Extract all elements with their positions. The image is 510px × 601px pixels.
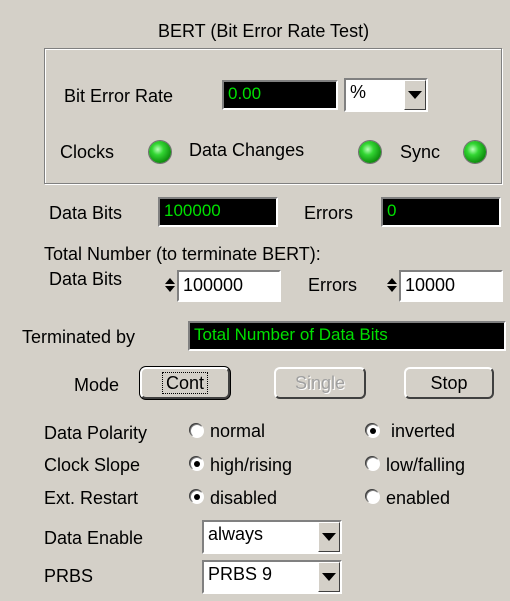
data-polarity-inverted-label[interactable]: inverted bbox=[391, 422, 455, 440]
data-bits-counter-value: 100000 bbox=[164, 201, 221, 220]
data-polarity-normal-label[interactable]: normal bbox=[210, 422, 265, 440]
prbs-value: PRBS 9 bbox=[208, 564, 273, 584]
terminate-data-bits-input[interactable]: 100000 bbox=[177, 270, 281, 302]
terminate-errors-value: 10000 bbox=[405, 275, 456, 295]
errors-counter-label: Errors bbox=[304, 203, 353, 223]
ber-label: Bit Error Rate bbox=[64, 86, 174, 106]
ext-restart-enabled-label[interactable]: enabled bbox=[386, 489, 450, 507]
data-enable-value: always bbox=[208, 524, 264, 544]
data-bits-spinner-icon[interactable] bbox=[164, 270, 176, 300]
terminated-by-display: Total Number of Data Bits bbox=[188, 321, 506, 351]
cont-button-label: Cont bbox=[161, 372, 209, 394]
single-button-label: Single bbox=[294, 373, 346, 393]
ext-restart-disabled-radio[interactable] bbox=[190, 490, 204, 504]
ber-value: 0.00 bbox=[228, 84, 262, 103]
terminated-by-value: Total Number of Data Bits bbox=[194, 325, 388, 344]
prbs-label: PRBS bbox=[44, 566, 94, 586]
clock-slope-low-label[interactable]: low/falling bbox=[386, 456, 465, 474]
terminate-data-bits-label: Data Bits bbox=[49, 269, 123, 289]
data-bits-counter-label: Data Bits bbox=[49, 203, 123, 223]
ext-restart-enabled-radio[interactable] bbox=[366, 490, 380, 504]
data-enable-label: Data Enable bbox=[44, 528, 144, 548]
terminate-data-bits-value: 100000 bbox=[183, 275, 244, 295]
mode-label: Mode bbox=[74, 375, 120, 395]
clock-slope-low-radio[interactable] bbox=[366, 457, 380, 471]
data-bits-counter-display: 100000 bbox=[158, 197, 278, 227]
clock-slope-label: Clock Slope bbox=[44, 455, 141, 475]
ber-unit-value: % bbox=[350, 82, 367, 102]
sync-led-icon bbox=[464, 141, 486, 163]
clocks-label: Clocks bbox=[60, 142, 115, 162]
terminate-errors-input[interactable]: 10000 bbox=[399, 270, 503, 302]
sync-label: Sync bbox=[400, 142, 441, 162]
ext-restart-label: Ext. Restart bbox=[44, 488, 139, 508]
data-polarity-inverted-radio[interactable] bbox=[366, 424, 380, 438]
data-changes-label: Data Changes bbox=[189, 140, 305, 160]
stop-button[interactable]: Stop bbox=[404, 367, 494, 399]
clock-slope-high-radio[interactable] bbox=[190, 457, 204, 471]
ber-display: 0.00 bbox=[222, 80, 338, 110]
chevron-down-icon[interactable] bbox=[318, 522, 340, 552]
errors-spinner-icon[interactable] bbox=[386, 270, 398, 300]
prbs-select[interactable]: PRBS 9 bbox=[202, 560, 342, 594]
chevron-down-icon[interactable] bbox=[318, 562, 340, 592]
errors-counter-value: 0 bbox=[387, 201, 397, 220]
panel-title: BERT (Bit Error Rate Test) bbox=[158, 21, 370, 41]
data-enable-select[interactable]: always bbox=[202, 520, 342, 554]
ext-restart-disabled-label[interactable]: disabled bbox=[210, 489, 277, 507]
errors-counter-display: 0 bbox=[381, 197, 501, 227]
single-button[interactable]: Single bbox=[274, 367, 366, 399]
data-polarity-normal-radio[interactable] bbox=[190, 424, 204, 438]
cont-button[interactable]: Cont bbox=[140, 367, 230, 399]
terminate-heading: Total Number (to terminate BERT): bbox=[44, 244, 321, 264]
ber-unit-select[interactable]: % bbox=[344, 78, 428, 112]
clocks-led-icon bbox=[149, 141, 171, 163]
terminate-errors-label: Errors bbox=[308, 275, 357, 295]
stop-button-label: Stop bbox=[430, 373, 468, 393]
data-changes-led-icon bbox=[359, 141, 381, 163]
bert-group-box bbox=[44, 48, 502, 184]
clock-slope-high-label[interactable]: high/rising bbox=[210, 456, 292, 474]
data-polarity-label: Data Polarity bbox=[44, 423, 148, 443]
chevron-down-icon[interactable] bbox=[404, 80, 426, 110]
terminated-by-label: Terminated by bbox=[22, 327, 136, 347]
